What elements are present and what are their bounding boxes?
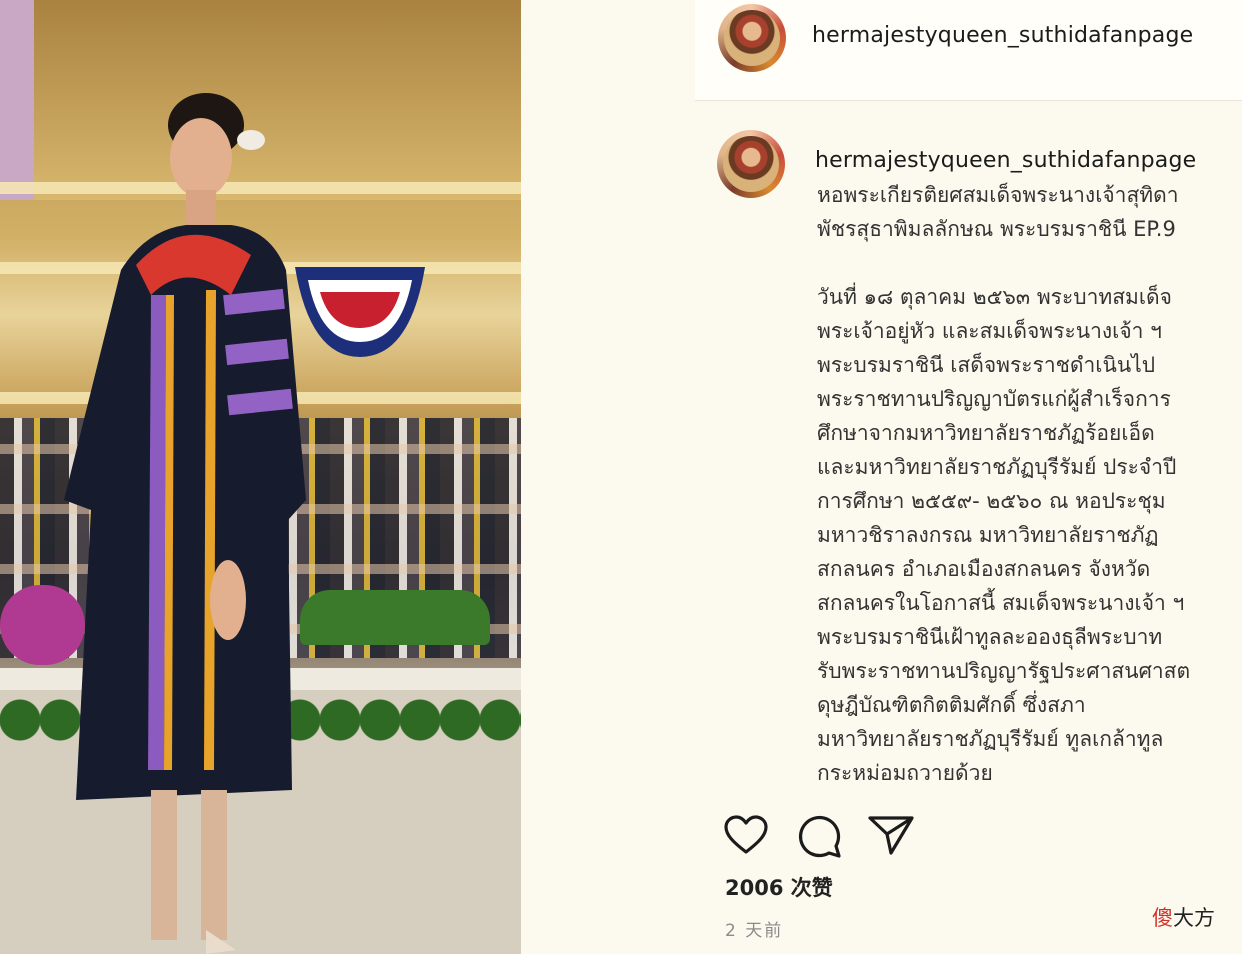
send-icon[interactable] [867, 814, 915, 856]
caption-line: พัชรสุธาพิมลลักษณ พระบรมราชินี EP.9 [817, 217, 1176, 241]
heart-icon[interactable] [723, 814, 769, 856]
caption-line: พระเจ้าอยู่หัว และสมเด็จพระนางเจ้า ฯ [817, 319, 1162, 343]
caption-line: กระหม่อมถวายด้วย [817, 761, 993, 785]
watermark-logo: 傻大方 [1152, 902, 1215, 932]
caption-line: พระบรมราชินีเฝ้าทูลละอองธุลีพระบาท [817, 625, 1163, 649]
watermark-text: 大方 [1173, 906, 1215, 930]
caption-username[interactable]: hermajestyqueen_suthidafanpage [815, 148, 1196, 173]
post-caption: หอพระเกียรติยศสมเด็จพระนางเจ้าสุทิดาพัชร… [817, 178, 1237, 790]
caption-line: มหาวิทยาลัยราชภัฏบุรีรัมย์ ทูลเกล้าทูล [817, 727, 1164, 751]
post-photo [0, 0, 521, 954]
caption-line: สกลนครในโอกาสนี้ สมเด็จพระนางเจ้า ฯ [817, 591, 1185, 615]
like-count: 2006 次赞 [725, 876, 833, 900]
photo-flag-bunting [295, 267, 425, 357]
photo-curtain [0, 0, 34, 200]
post-time: 2 天前 [725, 921, 784, 941]
caption-more-dot: . [817, 760, 823, 781]
comment-icon[interactable] [796, 813, 842, 859]
post-header: hermajestyqueen_suthidafanpage [695, 0, 1242, 101]
photo-graduate-figure [64, 93, 306, 954]
caption-line: วันที่ ๑๘ ตุลาคม ๒๕๖๓ พระบาทสมเด็จ [817, 285, 1172, 309]
caption-line: ศึกษาจากมหาวิทยาลัยราชภัฏร้อยเอ็ด [817, 421, 1155, 445]
caption-line: พระบรมราชินี เสด็จพระราชดำเนินไป [817, 353, 1156, 377]
caption-line: สกลนคร อำเภอเมืองสกลนคร จังหวัด [817, 557, 1151, 581]
caption-line [817, 246, 1237, 280]
header-username[interactable]: hermajestyqueen_suthidafanpage [812, 23, 1193, 48]
caption-avatar[interactable] [717, 130, 785, 198]
profile-avatar[interactable] [718, 4, 786, 72]
caption-line: รับพระราชทานปริญญารัฐประศาสนศาสต [817, 659, 1191, 683]
caption-line: และมหาวิทยาลัยราชภัฏบุรีรัมย์ ประจำปี [817, 455, 1177, 479]
caption-line: การศึกษา ๒๕๕๙- ๒๕๖๐ ณ หอประชุม [817, 489, 1166, 513]
watermark-red-char: 傻 [1152, 906, 1173, 930]
photo-plants [300, 590, 490, 645]
caption-line: หอพระเกียรติยศสมเด็จพระนางเจ้าสุทิดา [817, 183, 1179, 207]
caption-line: พระราชทานปริญญาบัตรแก่ผู้สำเร็จการ [817, 387, 1171, 411]
caption-line: มหาวชิราลงกรณ มหาวิทยาลัยราชภัฏ [817, 523, 1159, 547]
caption-line: ดุษฎีบัณฑิตกิตติมศักดิ์ ซึ่งสภา [817, 693, 1086, 717]
